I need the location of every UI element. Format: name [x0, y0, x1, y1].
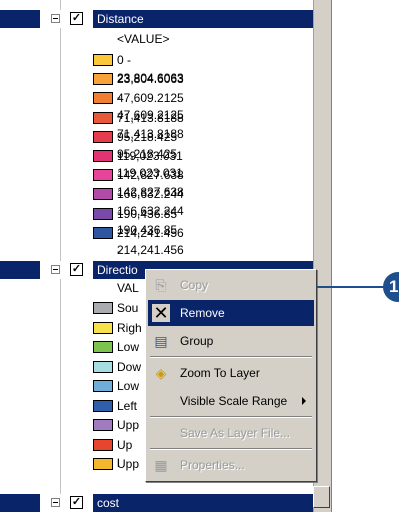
callout-line: [317, 286, 385, 288]
menu-item-remove[interactable]: ✕ Remove: [148, 300, 314, 326]
menu-item-save-as-layer-file[interactable]: Save As Layer File...: [148, 420, 314, 446]
menu-item-copy[interactable]: ⎘ Copy: [148, 272, 314, 298]
legend-label: Low: [117, 340, 140, 354]
layer-visibility-checkbox[interactable]: ✓: [70, 496, 83, 509]
collapse-icon[interactable]: [51, 265, 60, 274]
legend-swatch[interactable]: [93, 150, 113, 162]
menu-item-zoom-to-layer[interactable]: ◈ Zoom To Layer: [148, 360, 314, 386]
legend-swatch[interactable]: [93, 73, 113, 86]
zoom-to-layer-icon: ◈: [155, 365, 167, 381]
menu-item-label: Save As Layer File...: [180, 426, 291, 440]
scrollbar-down-button[interactable]: [313, 486, 330, 508]
legend-field-header: <VALUE>: [117, 32, 170, 46]
legend-swatch[interactable]: [93, 111, 113, 124]
menu-item-label: Copy: [180, 278, 209, 292]
legend-swatch[interactable]: [93, 458, 113, 470]
tree-guide-line: [60, 0, 61, 512]
legend-label: Righ: [117, 320, 142, 335]
legend-swatch[interactable]: [93, 321, 113, 334]
window-frame: [330, 0, 346, 512]
legend-swatch[interactable]: [93, 130, 113, 143]
legend-field-header: VAL: [117, 281, 139, 295]
legend-swatch[interactable]: [93, 341, 113, 353]
legend-swatch[interactable]: [93, 226, 113, 239]
legend-swatch[interactable]: [93, 54, 113, 66]
menu-separator: [150, 416, 312, 418]
legend-label: Sou: [117, 301, 139, 315]
selection-highlight: [0, 494, 40, 512]
menu-item-label: Properties...: [180, 458, 245, 472]
collapse-icon[interactable]: [51, 14, 60, 23]
remove-icon: ✕: [152, 303, 170, 323]
legend-label: Dow: [117, 359, 142, 374]
layer-row-distance[interactable]: ✓ Distance: [0, 10, 313, 28]
legend-swatch[interactable]: [93, 360, 113, 373]
selection-highlight: [93, 494, 313, 512]
selection-highlight: [0, 261, 40, 279]
legend-swatch[interactable]: [93, 207, 113, 220]
menu-item-visible-scale-range[interactable]: Visible Scale Range: [148, 388, 314, 414]
legend-swatch[interactable]: [93, 399, 113, 412]
selection-highlight: [0, 10, 40, 28]
copy-icon: ⎘: [155, 277, 167, 293]
layer-row-cost[interactable]: ✓ cost: [0, 494, 313, 512]
legend-swatch[interactable]: [93, 438, 113, 451]
legend-swatch[interactable]: [93, 380, 113, 392]
menu-separator: [150, 356, 312, 358]
legend-swatch[interactable]: [93, 302, 113, 314]
properties-icon: ▦: [154, 457, 168, 473]
menu-item-label: Visible Scale Range: [180, 394, 288, 408]
layer-visibility-checkbox[interactable]: ✓: [70, 12, 83, 25]
submenu-arrow-icon: [302, 397, 306, 405]
layer-name[interactable]: cost: [97, 494, 119, 512]
menu-item-label: Zoom To Layer: [180, 366, 260, 380]
menu-item-label: Group: [180, 334, 214, 348]
legend-label: Upp: [117, 418, 140, 432]
layer-name[interactable]: Directio: [97, 261, 138, 279]
legend-swatch[interactable]: [93, 92, 113, 105]
legend-label: Low: [117, 379, 140, 393]
legend-label: Left: [117, 398, 138, 413]
layer-visibility-checkbox[interactable]: ✓: [70, 263, 83, 276]
collapse-icon[interactable]: [51, 498, 60, 507]
legend-label: Upp: [117, 457, 140, 471]
menu-separator: [150, 448, 312, 450]
legend-swatch[interactable]: [93, 169, 113, 182]
step-callout: 10: [383, 272, 399, 302]
legend-swatch[interactable]: [93, 188, 113, 201]
menu-item-group[interactable]: ▤ Group: [148, 328, 314, 354]
menu-item-properties[interactable]: ▦ Properties...: [148, 452, 314, 478]
context-menu: ⎘ Copy ✕ Remove ▤ Group ◈ Zoom To Layer …: [145, 269, 317, 482]
menu-item-label: Remove: [180, 306, 225, 320]
legend-swatch[interactable]: [93, 419, 113, 431]
group-icon: ▤: [154, 333, 168, 349]
layer-name[interactable]: Distance: [97, 10, 144, 28]
